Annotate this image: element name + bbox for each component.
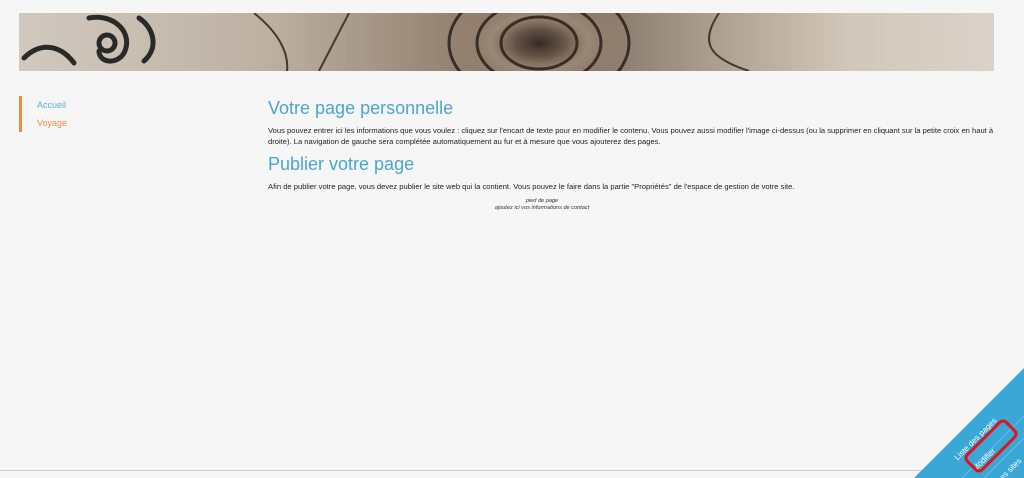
page-title[interactable]: Votre page personnelle (268, 97, 998, 119)
nav-item-accueil[interactable]: Accueil (19, 96, 199, 114)
page-footer[interactable]: pied de page ajoutez ici vos information… (0, 198, 1024, 212)
intro-paragraph[interactable]: Vous pouvez entrer ici les informations … (268, 125, 998, 147)
footer-line-1: pied de page (525, 198, 559, 204)
header-banner-image[interactable] (19, 13, 994, 71)
publish-paragraph[interactable]: Afin de publier votre page, vous devez p… (268, 181, 998, 192)
publish-title[interactable]: Publier votre page (268, 153, 998, 175)
main-content: Votre page personnelle Vous pouvez entre… (268, 97, 998, 212)
nav-item-voyage[interactable]: Voyage (19, 114, 199, 132)
sidebar-nav: Accueil Voyage (19, 96, 199, 132)
banner-decoration (19, 13, 994, 71)
admin-corner-menu: Liste des pages Modifier Les sites (914, 368, 1024, 478)
bottom-divider (0, 470, 1024, 471)
page: Accueil Voyage Votre page personnelle Vo… (0, 0, 1024, 478)
footer-line-2: ajoutez ici vos informations de contact (494, 205, 590, 211)
